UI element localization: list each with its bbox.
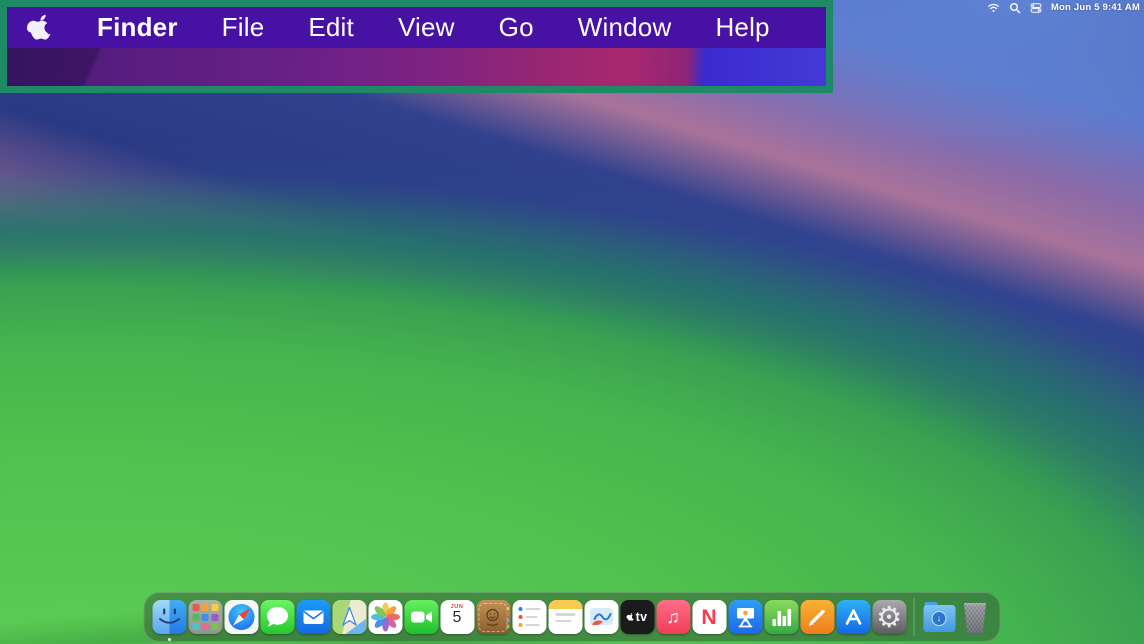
maps-icon (332, 600, 366, 634)
menu-item-finder[interactable]: Finder (97, 12, 178, 43)
menu-item-edit[interactable]: Edit (308, 12, 354, 43)
system-settings-icon: ⚙ (872, 600, 906, 634)
reminders-icon (512, 600, 546, 634)
numbers-icon (764, 600, 798, 634)
trash-icon (963, 603, 988, 633)
menu-item-file[interactable]: File (222, 12, 265, 43)
dock-item-facetime[interactable] (404, 600, 439, 634)
messages-icon (260, 600, 294, 634)
menu-item-help[interactable]: Help (715, 12, 769, 43)
zoom-magnifier-overlay: Finder File Edit View Go Window Help (0, 0, 833, 93)
download-arrow-glyph: ↓ (937, 614, 942, 623)
dock-item-messages[interactable] (260, 600, 295, 634)
menu-bar-status-area: Mon Jun 5 9:41 AM (987, 0, 1140, 15)
music-note-glyph: ♫ (666, 608, 680, 626)
downloads-folder-icon: ↓ (923, 605, 955, 632)
dock-item-reminders[interactable] (512, 600, 547, 634)
dock: JUN 5 (144, 592, 1001, 642)
dock-item-freeform[interactable] (584, 600, 619, 634)
dock-item-safari[interactable] (224, 600, 259, 634)
dock-item-launchpad[interactable] (188, 600, 223, 634)
safari-icon (224, 600, 258, 634)
keynote-icon (728, 600, 762, 634)
desktop-wallpaper (0, 0, 1144, 644)
dock-item-downloads[interactable]: ↓ (922, 600, 957, 634)
dock-item-news[interactable]: N (692, 600, 727, 634)
dock-item-notes[interactable] (548, 600, 583, 634)
news-icon: N (692, 600, 726, 634)
dock-item-contacts[interactable] (476, 600, 511, 634)
menu-item-window[interactable]: Window (578, 12, 672, 43)
dock-item-trash[interactable] (958, 600, 993, 634)
facetime-icon (404, 600, 438, 634)
menu-item-view[interactable]: View (398, 12, 455, 43)
control-center-icon[interactable] (1030, 2, 1042, 14)
contacts-icon (476, 600, 510, 634)
dock-item-system-settings[interactable]: ⚙ (872, 600, 907, 634)
pages-icon (800, 600, 834, 634)
wifi-icon[interactable] (987, 2, 1000, 13)
finder-icon (152, 600, 186, 634)
app-store-icon (836, 600, 870, 634)
menu-item-go[interactable]: Go (499, 12, 534, 43)
dock-divider (914, 598, 915, 636)
news-letter: N (701, 607, 716, 628)
magnified-menu-bar: Finder File Edit View Go Window Help (7, 7, 826, 48)
tv-label: tv (636, 610, 648, 624)
dock-item-pages[interactable] (800, 600, 835, 634)
photos-icon (368, 600, 402, 634)
mail-icon (296, 600, 330, 634)
menu-bar-clock[interactable]: Mon Jun 5 9:41 AM (1051, 2, 1140, 13)
calendar-icon: JUN 5 (440, 600, 474, 634)
magnified-wallpaper-strip (7, 48, 826, 86)
dock-item-app-store[interactable] (836, 600, 871, 634)
gear-icon: ⚙ (876, 603, 902, 632)
dock-item-finder[interactable] (152, 600, 187, 634)
dock-item-keynote[interactable] (728, 600, 763, 634)
calendar-day-label: 5 (453, 610, 462, 627)
dock-item-numbers[interactable] (764, 600, 799, 634)
dock-item-maps[interactable] (332, 600, 367, 634)
dock-item-tv[interactable]: tv (620, 600, 655, 634)
notes-icon (548, 600, 582, 634)
tv-icon: tv (620, 600, 654, 634)
search-icon[interactable] (1009, 2, 1021, 14)
dock-item-photos[interactable] (368, 600, 403, 634)
dock-item-calendar[interactable]: JUN 5 (440, 600, 475, 634)
launchpad-icon (188, 600, 222, 634)
dock-item-mail[interactable] (296, 600, 331, 634)
apple-menu-icon[interactable] (27, 12, 53, 43)
music-icon: ♫ (656, 600, 690, 634)
dock-item-music[interactable]: ♫ (656, 600, 691, 634)
freeform-icon (584, 600, 618, 634)
